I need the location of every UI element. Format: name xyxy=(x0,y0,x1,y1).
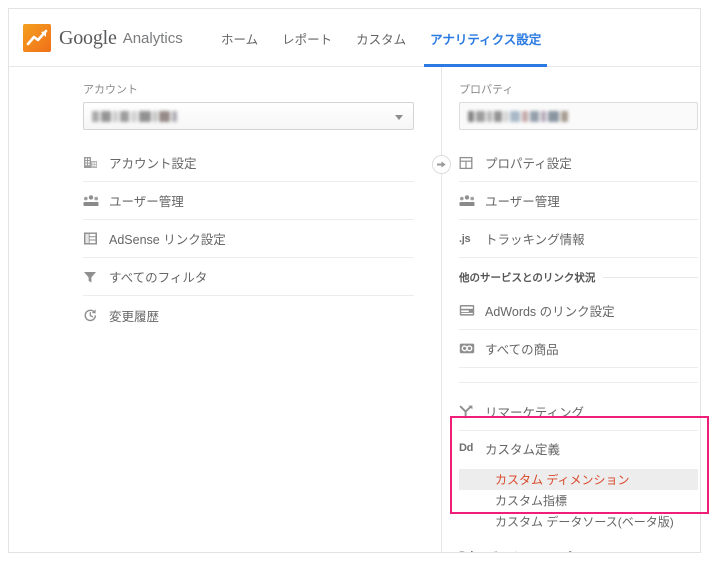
menu-item-label: アカウント設定 xyxy=(109,157,197,171)
tab-admin[interactable]: アナリティクス設定 xyxy=(418,9,553,67)
menu-item-label: すべての商品 xyxy=(485,343,559,357)
menu-item-label: AdSense リンク設定 xyxy=(109,233,226,247)
admin-body: アカウント アカウント設定 ユーザー管理 AdSense リンク設定 すべてのフ… xyxy=(9,67,700,552)
building-icon xyxy=(83,155,109,170)
property-select-value-masked xyxy=(468,110,568,123)
adwords-card-icon xyxy=(459,304,485,317)
analytics-admin-page: Google Analytics ホーム レポート カスタム アナリティクス設定… xyxy=(8,8,701,553)
account-column: アカウント アカウント設定 ユーザー管理 AdSense リンク設定 すべてのフ… xyxy=(9,67,434,334)
menu-item-label: リマーケティング xyxy=(485,406,585,420)
history-icon xyxy=(83,308,109,323)
chevron-down-icon xyxy=(395,115,403,120)
menu-item-label: データのインポート xyxy=(485,547,598,553)
section-header-linked-services: 他のサービスとのリンク状況 xyxy=(459,262,698,292)
submenu-item-custom-metrics[interactable]: カスタム指標 xyxy=(459,490,698,511)
menu-item-user-management-account[interactable]: ユーザー管理 xyxy=(83,182,414,220)
menu-item-property-settings[interactable]: プロパティ設定 xyxy=(459,144,698,182)
account-select-wrap: アカウント xyxy=(9,67,434,130)
submenu-item-custom-dimensions[interactable]: カスタム ディメンション xyxy=(459,469,698,490)
account-select-label: アカウント xyxy=(83,84,138,96)
property-icon xyxy=(459,156,485,170)
account-select[interactable] xyxy=(83,102,414,130)
menu-spacer-rule xyxy=(459,382,698,383)
account-menu: アカウント設定 ユーザー管理 AdSense リンク設定 すべてのフィルタ 変更… xyxy=(9,144,434,334)
brand-logo[interactable]: Google Analytics xyxy=(23,23,183,53)
section-header-rule xyxy=(603,276,698,278)
menu-item-remarketing[interactable]: リマーケティング xyxy=(459,393,698,431)
property-select[interactable] xyxy=(459,102,698,130)
property-select-label: プロパティ xyxy=(459,84,514,96)
menu-item-user-management-property[interactable]: ユーザー管理 xyxy=(459,182,698,220)
custom-definitions-submenu: カスタム ディメンション カスタム指標 カスタム データソース(ベータ版) xyxy=(459,465,698,538)
menu-item-label: ユーザー管理 xyxy=(485,195,560,209)
link-chain-icon xyxy=(459,342,485,355)
menu-item-all-filters[interactable]: すべてのフィルタ xyxy=(83,258,414,296)
tab-custom[interactable]: カスタム xyxy=(344,9,418,67)
top-navigation-bar: Google Analytics ホーム レポート カスタム アナリティクス設定 xyxy=(9,9,700,67)
menu-item-label: トラッキング情報 xyxy=(485,233,585,247)
brand-google-text: Google xyxy=(59,27,117,49)
account-select-value-masked xyxy=(92,110,177,123)
menu-item-tracking-info[interactable]: .js トラッキング情報 xyxy=(459,220,698,258)
filter-icon xyxy=(83,270,109,284)
menu-item-label: 変更履歴 xyxy=(109,309,160,324)
adsense-icon xyxy=(83,231,109,246)
menu-item-label: AdWords のリンク設定 xyxy=(485,305,615,319)
users-icon xyxy=(459,194,485,208)
menu-item-adwords-linking[interactable]: AdWords のリンク設定 xyxy=(459,292,698,330)
menu-item-adsense-link[interactable]: AdSense リンク設定 xyxy=(83,220,414,258)
section-header-label: 他のサービスとのリンク状況 xyxy=(459,271,596,284)
menu-item-custom-definitions[interactable]: Dd カスタム定義 xyxy=(459,431,698,465)
remarketing-icon xyxy=(459,405,485,419)
menu-item-change-history[interactable]: 変更履歴 xyxy=(83,296,414,334)
menu-item-label: すべてのフィルタ xyxy=(109,271,208,285)
submenu-item-custom-data-sources[interactable]: カスタム データソース(ベータ版) xyxy=(459,511,698,532)
dd-icon: Dd xyxy=(459,442,474,454)
menu-item-account-settings[interactable]: アカウント設定 xyxy=(83,144,414,182)
tab-home[interactable]: ホーム xyxy=(209,9,270,67)
dd-icon: Dd xyxy=(459,550,485,552)
google-analytics-logo-icon xyxy=(23,24,51,52)
nav-tabs: ホーム レポート カスタム アナリティクス設定 xyxy=(209,9,553,67)
menu-item-data-import[interactable]: Dd データのインポート xyxy=(459,538,698,553)
property-column: プロパティ プロパティ設定 ユーザー管理 .js トラッキング情報 他のサービス… xyxy=(435,67,700,553)
menu-item-label: ユーザー管理 xyxy=(109,195,184,209)
menu-item-label: カスタム定義 xyxy=(485,442,561,457)
tab-reports[interactable]: レポート xyxy=(270,9,344,67)
property-menu: プロパティ設定 ユーザー管理 .js トラッキング情報 他のサービスとのリンク状… xyxy=(435,144,700,553)
users-icon xyxy=(83,194,109,208)
menu-item-label: プロパティ設定 xyxy=(485,157,572,171)
brand-product-text: Analytics xyxy=(122,29,183,47)
js-icon: .js xyxy=(459,232,471,245)
property-select-wrap: プロパティ xyxy=(435,67,700,130)
menu-item-all-products[interactable]: すべての商品 xyxy=(459,330,698,368)
